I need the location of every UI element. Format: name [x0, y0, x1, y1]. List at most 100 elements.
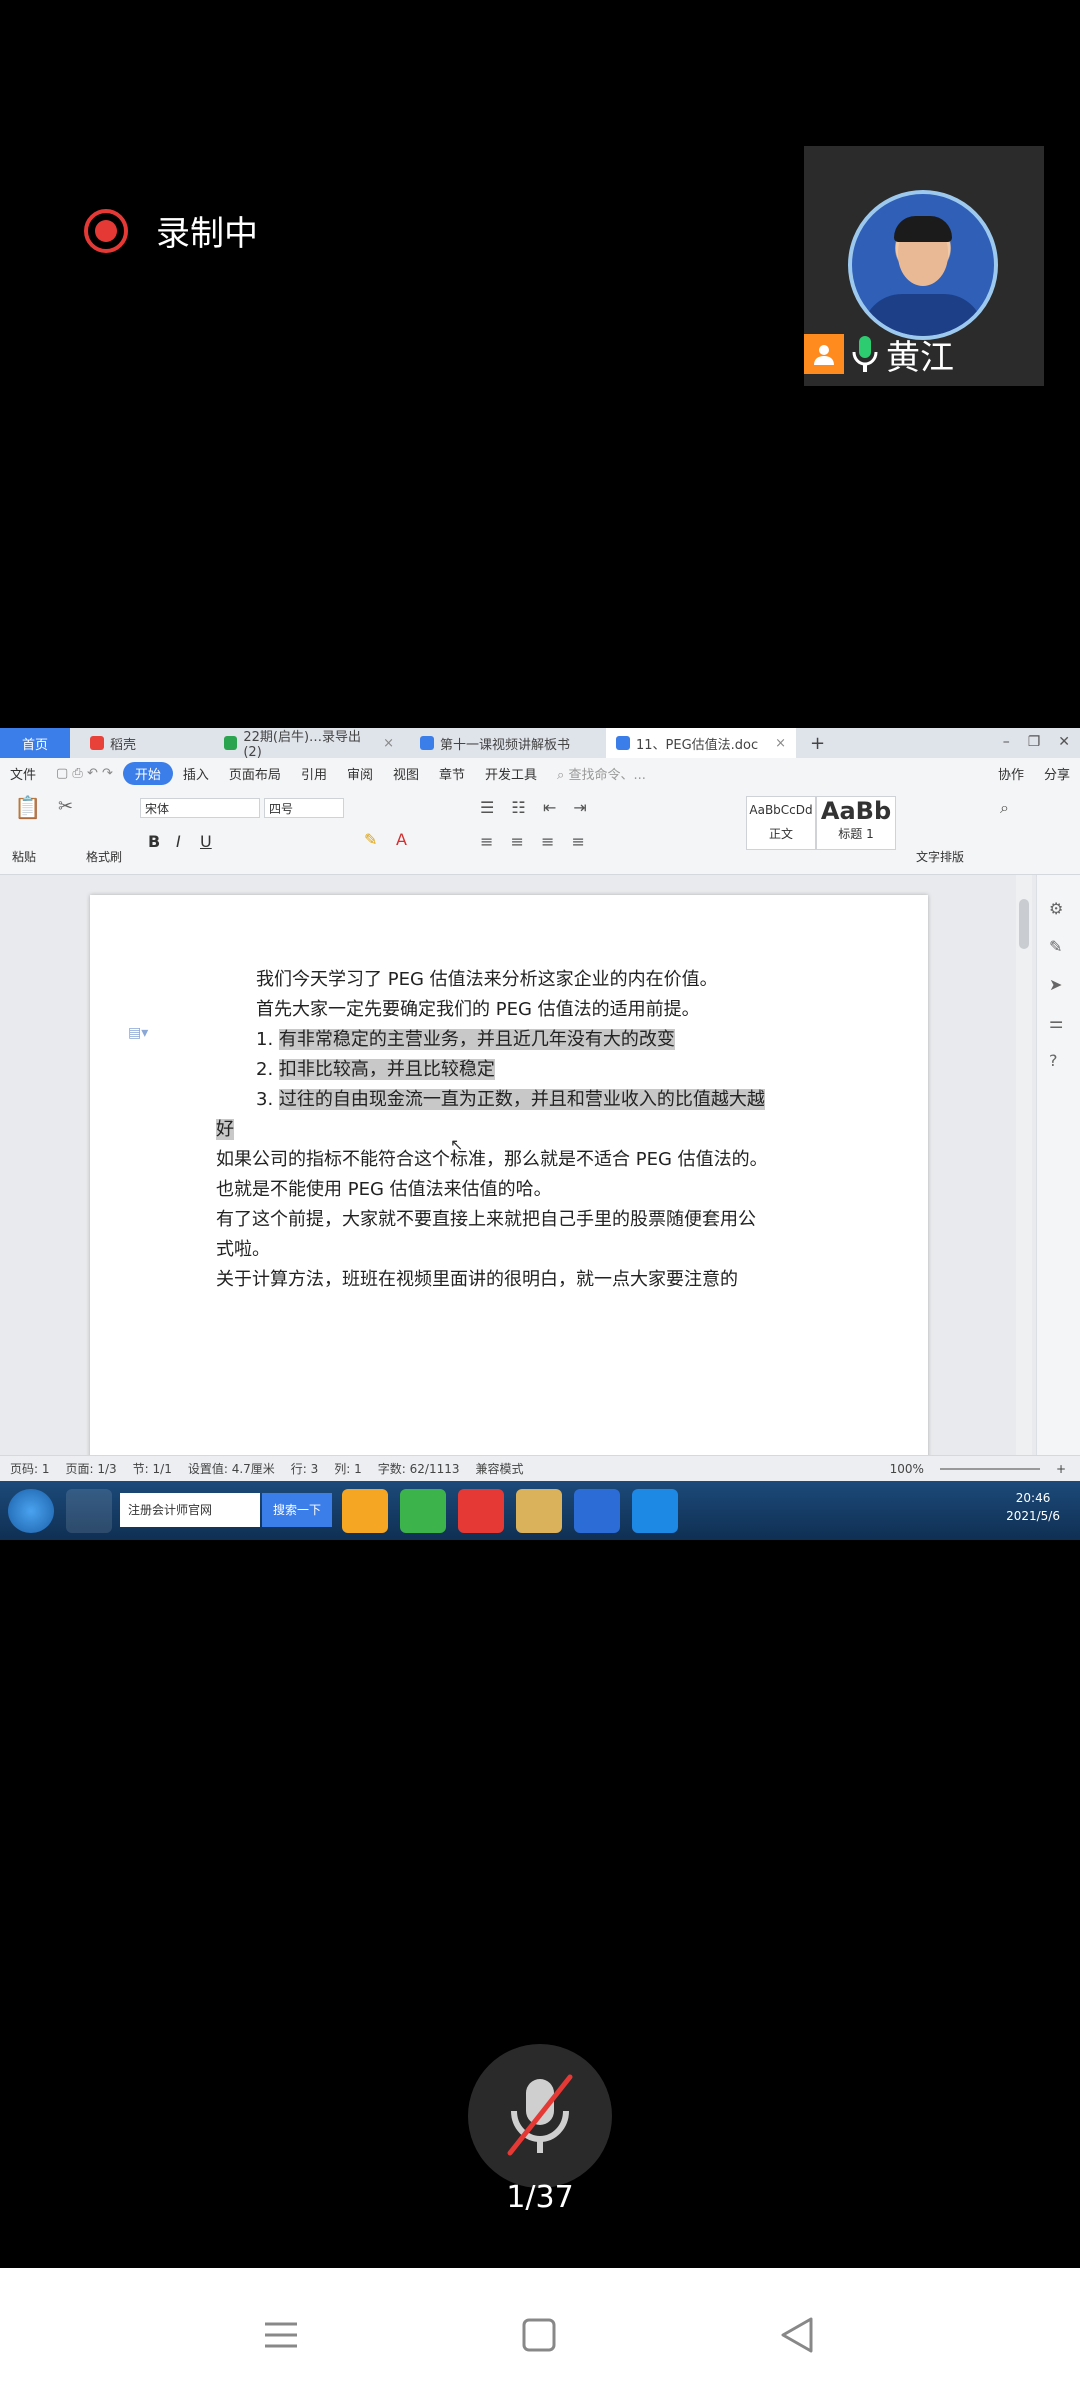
wps-icon[interactable]	[458, 1489, 504, 1533]
zoom-level[interactable]: 100%	[890, 1462, 924, 1476]
writer-icon	[420, 736, 434, 750]
document-page[interactable]: 我们今天学习了 PEG 估值法来分析这家企业的内在价值。 首先大家一定先要确定我…	[90, 895, 928, 1495]
tab-label: 稻壳	[110, 737, 137, 753]
tab-label: 22期(启牛)…录导出 (2)	[243, 730, 362, 760]
list-number: 3.	[256, 1089, 274, 1110]
search-button[interactable]: 搜索一下	[262, 1493, 332, 1527]
daoke-icon	[90, 736, 104, 750]
style-normal-preview: AaBbCcDd	[749, 803, 813, 817]
wechat-icon[interactable]	[342, 1489, 388, 1533]
tab-home[interactable]: 首页	[0, 728, 70, 758]
list-icons[interactable]: ☰ ☷ ⇤ ⇥	[480, 798, 593, 817]
participant-avatar	[848, 190, 998, 340]
status-setting: 设置值: 4.7厘米	[187, 1462, 275, 1476]
tab-active-document[interactable]: 11、PEG估值法.doc ×	[606, 728, 796, 758]
edit-icon[interactable]: ✎	[1049, 937, 1062, 956]
minimize-icon[interactable]: –	[1003, 734, 1010, 750]
vertical-scrollbar[interactable]	[1016, 875, 1032, 1455]
doc-line: 有了这个前提，大家就不要直接上来就把自己手里的股票随便套用公	[216, 1209, 756, 1230]
doc-line: 式啦。	[216, 1239, 270, 1260]
tool-icon[interactable]: ⚙	[1049, 899, 1063, 918]
quick-access-icons[interactable]: ▢ ⎙ ↶ ↷	[46, 766, 123, 781]
cut-icon[interactable]: ✂	[58, 796, 73, 817]
k-app-icon[interactable]	[574, 1489, 620, 1533]
list-number: 2.	[256, 1059, 274, 1080]
ie-address-box[interactable]: 注册会计师官网	[120, 1493, 260, 1527]
tab-spreadsheet[interactable]: 22期(启牛)…录导出 (2) ×	[214, 728, 404, 760]
doc-line: 也就是不能使用 PEG 估值法来估值的哈。	[216, 1179, 552, 1200]
zoom-slider[interactable]	[939, 1467, 1040, 1470]
windows-taskbar: 注册会计师官网 搜索一下 20:46 2021/5/6	[0, 1481, 1080, 1540]
system-nav-bar	[0, 2268, 1080, 2400]
italic-icon[interactable]: I	[176, 832, 181, 851]
mute-button[interactable]	[468, 2044, 612, 2188]
paragraph-handle-icon[interactable]: ▤▾	[128, 1025, 148, 1041]
help-icon[interactable]: ?	[1049, 1051, 1058, 1070]
underline-icon[interactable]: U	[200, 832, 212, 851]
home-icon[interactable]	[514, 2310, 564, 2360]
status-word-count[interactable]: 字数: 62/1113	[378, 1460, 460, 1477]
style-normal[interactable]: AaBbCcDd 正文	[746, 796, 816, 850]
back-icon[interactable]	[772, 2310, 822, 2360]
doc-line: 首先大家一定先要确定我们的 PEG 估值法的适用前提。	[256, 999, 700, 1020]
share-button[interactable]: 分享	[1034, 764, 1080, 783]
font-color-icon[interactable]: A	[396, 830, 407, 849]
settings-icon[interactable]: ⚌	[1049, 1013, 1063, 1032]
participant-tile[interactable]: 黄江	[804, 146, 1044, 386]
doc-line: 关于计算方法，班班在视频里面讲的很明白，就一点大家要注意的	[216, 1269, 738, 1290]
scroll-thumb[interactable]	[1019, 899, 1029, 949]
list-number: 1.	[256, 1029, 274, 1050]
meeting-app-icon[interactable]	[632, 1489, 678, 1533]
text-layout-button[interactable]: 文字排版	[916, 848, 964, 865]
find-icon[interactable]: ⌕	[1000, 798, 1009, 818]
font-name-select[interactable]: 宋体	[140, 798, 260, 818]
doc-line: 我们今天学习了 PEG 估值法来分析这家企业的内在价值。	[256, 969, 718, 990]
format-painter-label[interactable]: 格式刷	[86, 848, 122, 865]
bold-icon[interactable]: B	[148, 832, 160, 851]
paste-label[interactable]: 粘贴	[12, 848, 36, 865]
clock-time: 20:46	[1015, 1491, 1051, 1505]
menu-layout[interactable]: 页面布局	[219, 764, 291, 783]
doc-line-highlighted: 过往的自由现金流一直为正数，并且和营业收入的比值越大越	[278, 1089, 765, 1110]
menu-chapter[interactable]: 章节	[429, 764, 475, 783]
document-area: 我们今天学习了 PEG 估值法来分析这家企业的内在价值。 首先大家一定先要确定我…	[0, 875, 1080, 1495]
tab-daoke[interactable]: 稻壳	[80, 728, 210, 758]
close-icon[interactable]: ×	[383, 736, 394, 751]
style-normal-label: 正文	[768, 827, 793, 841]
highlight-icon[interactable]: ✎	[364, 830, 377, 849]
new-tab-button[interactable]: +	[800, 728, 830, 758]
style-heading1[interactable]: AaBb 标题 1	[816, 796, 896, 850]
select-icon[interactable]: ➤	[1049, 975, 1062, 994]
status-pages: 页面: 1/3	[65, 1462, 117, 1476]
shared-screen: 首页 稻壳 22期(启牛)…录导出 (2) × 第十一课视频讲解板书 11、PE…	[0, 728, 1080, 1540]
doc-line-highlighted: 有非常稳定的主营业务，并且近几年没有大的改变	[278, 1029, 675, 1050]
status-bar: 页码: 1 页面: 1/3 节: 1/1 设置值: 4.7厘米 行: 3 列: …	[0, 1455, 1080, 1481]
writer-icon	[616, 736, 630, 750]
tab-notes[interactable]: 第十一课视频讲解板书	[410, 728, 600, 758]
menu-file[interactable]: 文件	[0, 764, 46, 783]
record-icon	[84, 208, 128, 253]
align-icons[interactable]: ≡ ≡ ≡ ≡	[480, 832, 591, 851]
menu-references[interactable]: 引用	[291, 764, 337, 783]
menu-icon[interactable]	[256, 2310, 306, 2360]
close-window-icon[interactable]: ✕	[1058, 734, 1070, 750]
collab-button[interactable]: 协作	[988, 764, 1034, 783]
menu-home[interactable]: 开始	[122, 761, 173, 785]
start-button-icon[interactable]	[8, 1489, 54, 1533]
app-icon[interactable]	[66, 1489, 112, 1533]
font-size-select[interactable]: 四号	[264, 798, 344, 818]
paste-icon[interactable]: 📋	[14, 796, 41, 821]
folder-icon[interactable]	[516, 1489, 562, 1533]
window-controls: – ❐ ✕	[1003, 734, 1070, 750]
restore-icon[interactable]: ❐	[1028, 734, 1041, 750]
zoom-in-icon[interactable]: +	[1056, 1462, 1080, 1476]
menu-view[interactable]: 视图	[383, 764, 429, 783]
browser-icon[interactable]	[400, 1489, 446, 1533]
menu-review[interactable]: 审阅	[337, 764, 383, 783]
menu-developer[interactable]: 开发工具	[475, 764, 547, 783]
menu-insert[interactable]: 插入	[173, 764, 219, 783]
close-icon[interactable]: ×	[775, 736, 786, 751]
clock-date: 2021/5/6	[1006, 1509, 1060, 1523]
doc-line-highlighted: 扣非比较高，并且比较稳定	[278, 1059, 495, 1080]
search-command[interactable]: ⌕ 查找命令、...	[547, 764, 656, 783]
